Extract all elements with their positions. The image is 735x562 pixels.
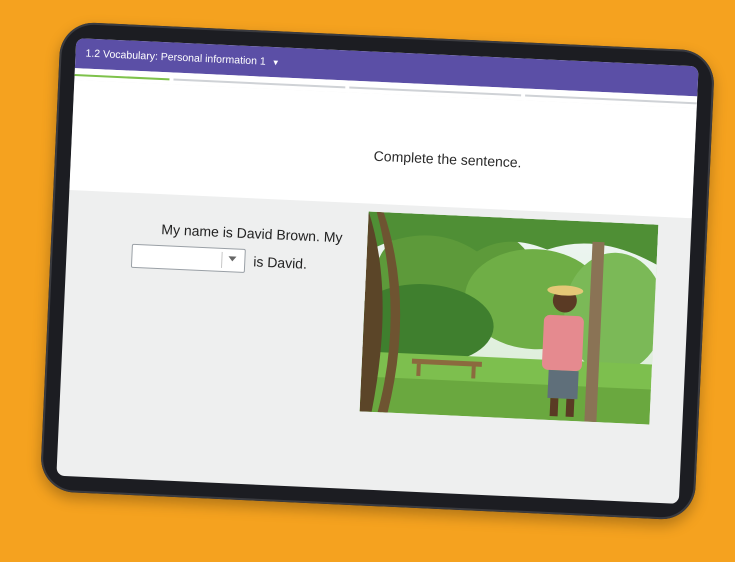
sentence-part-2: is David.: [252, 253, 308, 272]
tablet-device: 1.2 Vocabulary: Personal information 1 ▼…: [39, 21, 716, 521]
caret-down-icon: [228, 256, 237, 262]
dropdown-divider: [220, 251, 223, 268]
exercise-content: My name is David Brown. My is David.: [56, 190, 691, 504]
answer-dropdown[interactable]: [130, 243, 246, 273]
tablet-screen: 1.2 Vocabulary: Personal information 1 ▼…: [56, 38, 699, 504]
course-title: 1.2 Vocabulary: Personal information 1: [85, 47, 267, 68]
sentence: My name is David Brown. My is David.: [130, 215, 343, 278]
instruction-text: Complete the sentence.: [373, 147, 522, 171]
progress-segment: [74, 74, 170, 81]
garden-illustration: [359, 211, 659, 425]
course-title-menu[interactable]: 1.2 Vocabulary: Personal information 1 ▼: [85, 48, 280, 69]
photo-man-in-garden: [359, 211, 659, 425]
chevron-down-icon: ▼: [271, 57, 280, 67]
